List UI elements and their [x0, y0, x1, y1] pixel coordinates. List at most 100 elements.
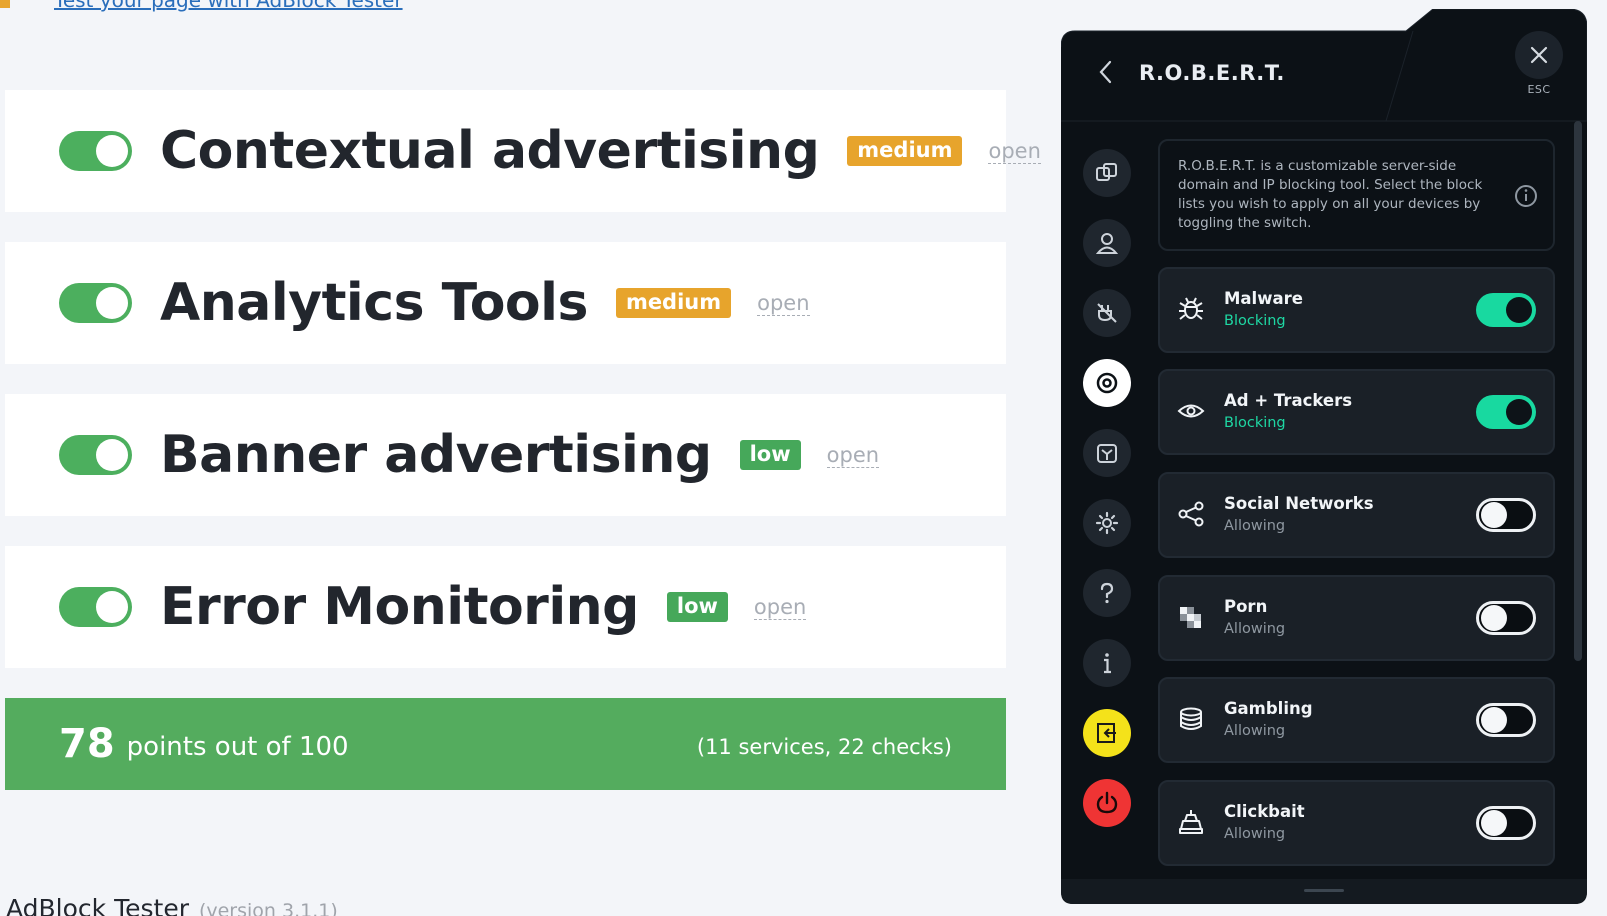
nav-devices[interactable] — [1083, 149, 1131, 197]
category-ad-trackers: Ad + Trackers Blocking — [1158, 369, 1555, 455]
top-link[interactable]: Test your page with AdBlock Tester — [54, 0, 403, 12]
score-meta: (11 services, 22 checks) — [696, 735, 952, 759]
toggle-knob — [96, 287, 128, 319]
category-toggle[interactable] — [1476, 293, 1536, 327]
toggle-knob — [96, 135, 128, 167]
score-bar: 78 points out of 100 (11 services, 22 ch… — [5, 698, 1006, 790]
category-status: Blocking — [1224, 415, 1286, 431]
toggle-knob — [1506, 399, 1532, 425]
pixelated-icon — [1180, 607, 1201, 628]
severity-badge: medium — [847, 136, 963, 166]
category-toggle[interactable] — [1476, 498, 1536, 532]
esc-label: ESC — [1527, 83, 1551, 96]
category-status: Allowing — [1224, 826, 1286, 842]
check-card-contextual-advertising: Contextual advertising medium open — [5, 90, 1041, 212]
open-link[interactable]: open — [826, 443, 880, 468]
check-toggle[interactable] — [59, 283, 132, 323]
footer-title: AdBlock Tester (version 3.1.1) — [6, 894, 338, 916]
info-circle-icon[interactable] — [1513, 183, 1539, 209]
open-link[interactable]: open — [753, 595, 807, 620]
info-icon — [1104, 653, 1111, 674]
category-name: Gambling — [1224, 699, 1313, 718]
toggle-knob — [96, 591, 128, 623]
help-icon — [1100, 582, 1114, 604]
nav-settings[interactable] — [1083, 499, 1131, 547]
panel-bottom-strip — [1061, 879, 1587, 904]
close-button[interactable] — [1515, 31, 1563, 79]
check-title: Banner advertising — [160, 425, 712, 485]
description-box: R.O.B.E.R.T. is a customizable server-si… — [1158, 139, 1555, 251]
category-gambling: Gambling Allowing — [1158, 677, 1555, 763]
no-plug-icon — [1097, 303, 1117, 323]
toggle-knob — [1481, 502, 1507, 528]
category-toggle[interactable] — [1476, 806, 1536, 840]
top-accent-bar — [0, 0, 10, 8]
category-malware: Malware Blocking — [1158, 267, 1555, 353]
severity-badge: low — [666, 592, 728, 622]
description-text: R.O.B.E.R.T. is a customizable server-si… — [1178, 158, 1483, 231]
panel-title: R.O.B.E.R.T. — [1139, 61, 1285, 85]
check-toggle[interactable] — [59, 131, 132, 171]
power-icon — [1096, 791, 1118, 814]
back-button[interactable] — [1097, 59, 1121, 89]
devices-icon — [1096, 163, 1117, 181]
share-icon — [1178, 501, 1204, 527]
eye-icon — [1177, 404, 1205, 418]
check-card-analytics-tools: Analytics Tools medium open — [5, 242, 1006, 364]
severity-badge: low — [739, 440, 801, 470]
chevron-left-icon — [1099, 60, 1112, 84]
category-name: Malware — [1224, 289, 1303, 308]
nav-info[interactable] — [1083, 639, 1131, 687]
resize-handle[interactable] — [1304, 889, 1344, 892]
clickbait-icon — [1179, 810, 1203, 834]
exit-icon — [1097, 723, 1116, 743]
vault-icon — [1097, 444, 1117, 463]
category-social-networks: Social Networks Allowing — [1158, 472, 1555, 558]
category-name: Social Networks — [1224, 494, 1374, 513]
open-link[interactable]: open — [757, 291, 810, 316]
toggle-knob — [1481, 605, 1507, 631]
score-text: points out of 100 — [126, 732, 349, 762]
category-clickbait: Clickbait Allowing — [1158, 780, 1555, 866]
severity-badge: medium — [615, 288, 732, 318]
nav-account[interactable] — [1083, 219, 1131, 267]
robert-icon — [1096, 372, 1118, 394]
check-title: Error Monitoring — [160, 577, 639, 637]
panel-scrollbar[interactable] — [1574, 121, 1582, 661]
toggle-knob — [1481, 810, 1507, 836]
account-icon — [1095, 233, 1119, 254]
category-name: Clickbait — [1224, 802, 1305, 821]
category-name: Ad + Trackers — [1224, 391, 1353, 410]
category-status: Allowing — [1224, 621, 1286, 637]
toggle-knob — [1481, 707, 1507, 733]
nav-robert[interactable] — [1083, 359, 1131, 407]
close-icon — [1530, 46, 1548, 64]
toggle-knob — [1506, 297, 1532, 323]
toggle-knob — [96, 439, 128, 471]
category-status: Blocking — [1224, 313, 1286, 329]
bug-icon — [1179, 297, 1203, 320]
settings-icon — [1095, 511, 1119, 535]
score-points: 78 — [59, 721, 115, 767]
category-toggle[interactable] — [1476, 601, 1536, 635]
nav-power[interactable] — [1083, 779, 1131, 827]
check-title: Contextual advertising — [160, 121, 820, 181]
category-toggle[interactable] — [1476, 703, 1536, 737]
category-name: Porn — [1224, 597, 1268, 616]
check-toggle[interactable] — [59, 587, 132, 627]
nav-exit[interactable] — [1083, 709, 1131, 757]
footer-version: (version 3.1.1) — [198, 900, 338, 916]
nav-no-plug[interactable] — [1083, 289, 1131, 337]
open-link[interactable]: open — [988, 139, 1041, 164]
check-card-error-monitoring: Error Monitoring low open — [5, 546, 1006, 668]
footer-app-name: AdBlock Tester — [6, 894, 189, 916]
nav-help[interactable] — [1083, 569, 1131, 617]
check-toggle[interactable] — [59, 435, 132, 475]
check-title: Analytics Tools — [160, 273, 588, 333]
nav-vault[interactable] — [1083, 429, 1131, 477]
category-status: Allowing — [1224, 723, 1286, 739]
check-card-banner-advertising: Banner advertising low open — [5, 394, 1006, 516]
robert-panel: R.O.B.E.R.T. ESC R.O.B.E.R.T. is a custo… — [1061, 9, 1587, 904]
category-porn: Porn Allowing — [1158, 575, 1555, 661]
category-toggle[interactable] — [1476, 395, 1536, 429]
